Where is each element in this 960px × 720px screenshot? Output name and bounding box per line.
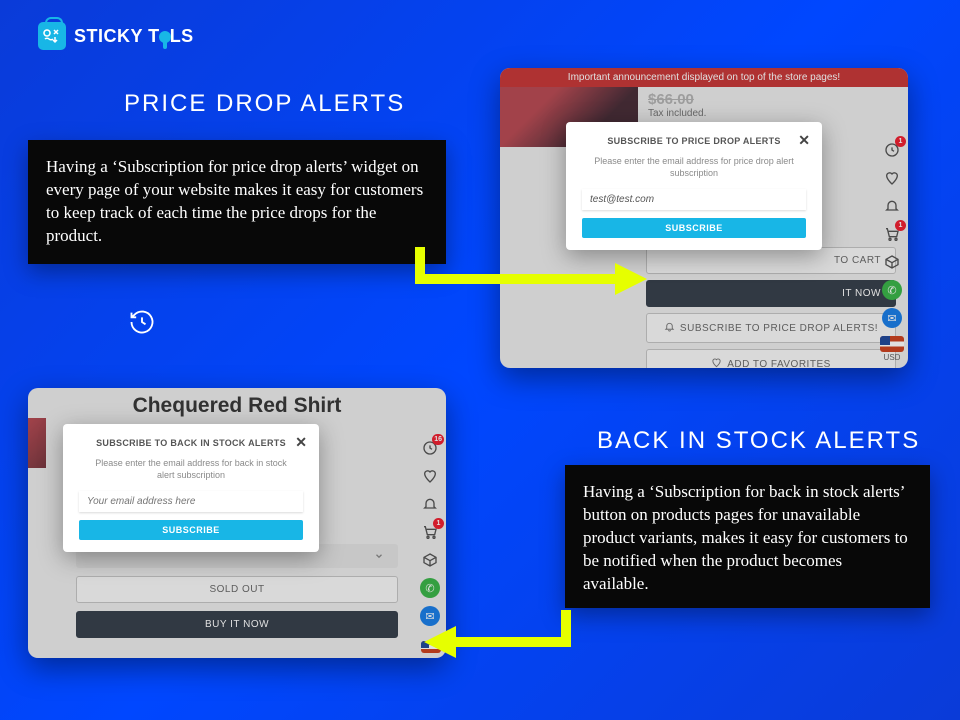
tax-note: Tax included. [648,108,898,119]
logo-icon [38,22,66,50]
add-to-cart-button[interactable]: TO CART [646,247,896,274]
logo-o-icon [159,31,171,43]
badge: 1 [895,136,906,147]
close-icon[interactable]: ✕ [798,132,810,149]
modal-prompt: Please enter the email address for price… [582,156,806,179]
screenshot-back-in-stock: Chequered Red Shirt SOLD OUT BUY IT NOW … [28,388,446,658]
heart-rail-icon[interactable] [420,466,440,486]
product-image-edge [28,418,46,468]
modal-price-drop: ✕ SUBSCRIBE TO PRICE DROP ALERTS Please … [566,122,822,250]
desc-price-drop: Having a ‘Subscription for price drop al… [28,140,446,264]
email-input[interactable] [79,491,303,512]
bell-rail-icon[interactable] [882,196,902,216]
badge: 16 [432,434,444,445]
announcement-bar: Important announcement displayed on top … [500,68,908,87]
side-rail: 1 1 ✆ ✉ USD [880,140,904,362]
badge: 1 [433,518,444,529]
subscribe-button[interactable]: SUBSCRIBE [582,218,806,238]
screenshot-price-drop: Important announcement displayed on top … [500,68,908,368]
bell-icon [664,321,675,335]
messenger-icon[interactable]: ✉ [420,606,440,626]
buy-now-button[interactable]: BUY IT NOW [76,611,398,638]
close-icon[interactable]: ✕ [295,434,307,451]
product-price: $66.00 [648,91,898,108]
brand-logo: STICKY TLS [38,22,194,50]
flag-icon [421,641,441,653]
side-rail: 16 1 ✆ ✉ [420,438,440,626]
subscribe-price-drop-button[interactable]: SUBSCRIBE TO PRICE DROP ALERTS! [646,313,896,343]
logo-text: STICKY TLS [74,26,194,47]
flag-icon [880,336,904,352]
box-rail-icon[interactable] [882,252,902,272]
heading-back-in-stock: BACK IN STOCK ALERTS [597,427,920,455]
heading-price-drop: PRICE DROP ALERTS [124,90,405,118]
cart-rail-icon[interactable]: 1 [420,522,440,542]
box-rail-icon[interactable] [420,550,440,570]
sold-out-button[interactable]: SOLD OUT [76,576,398,603]
modal-title: SUBSCRIBE TO PRICE DROP ALERTS [582,136,806,146]
modal-prompt: Please enter the email address for back … [79,458,303,481]
messenger-icon[interactable]: ✉ [882,308,902,328]
cart-rail-icon[interactable]: 1 [882,224,902,244]
buy-now-button[interactable]: IT NOW [646,280,896,307]
whatsapp-icon[interactable]: ✆ [882,280,902,300]
heart-rail-icon[interactable] [882,168,902,188]
history-icon [128,308,156,341]
badge: 1 [895,220,906,231]
modal-back-in-stock: ✕ SUBSCRIBE TO BACK IN STOCK ALERTS Plea… [63,424,319,552]
add-favorites-button[interactable]: ADD TO FAVORITES [646,349,896,368]
heart-icon [711,357,722,368]
history-rail-icon[interactable]: 1 [882,140,902,160]
history-rail-icon[interactable]: 16 [420,438,440,458]
whatsapp-icon[interactable]: ✆ [420,578,440,598]
subscribe-button[interactable]: SUBSCRIBE [79,520,303,540]
currency-selector[interactable]: USD [880,336,904,362]
bell-rail-icon[interactable] [420,494,440,514]
chevron-down-icon [374,551,384,561]
desc-back-in-stock: Having a ‘Subscription for back in stock… [565,465,930,608]
modal-title: SUBSCRIBE TO BACK IN STOCK ALERTS [79,438,303,448]
email-input[interactable] [582,189,806,210]
product-title: Chequered Red Shirt [28,388,446,420]
